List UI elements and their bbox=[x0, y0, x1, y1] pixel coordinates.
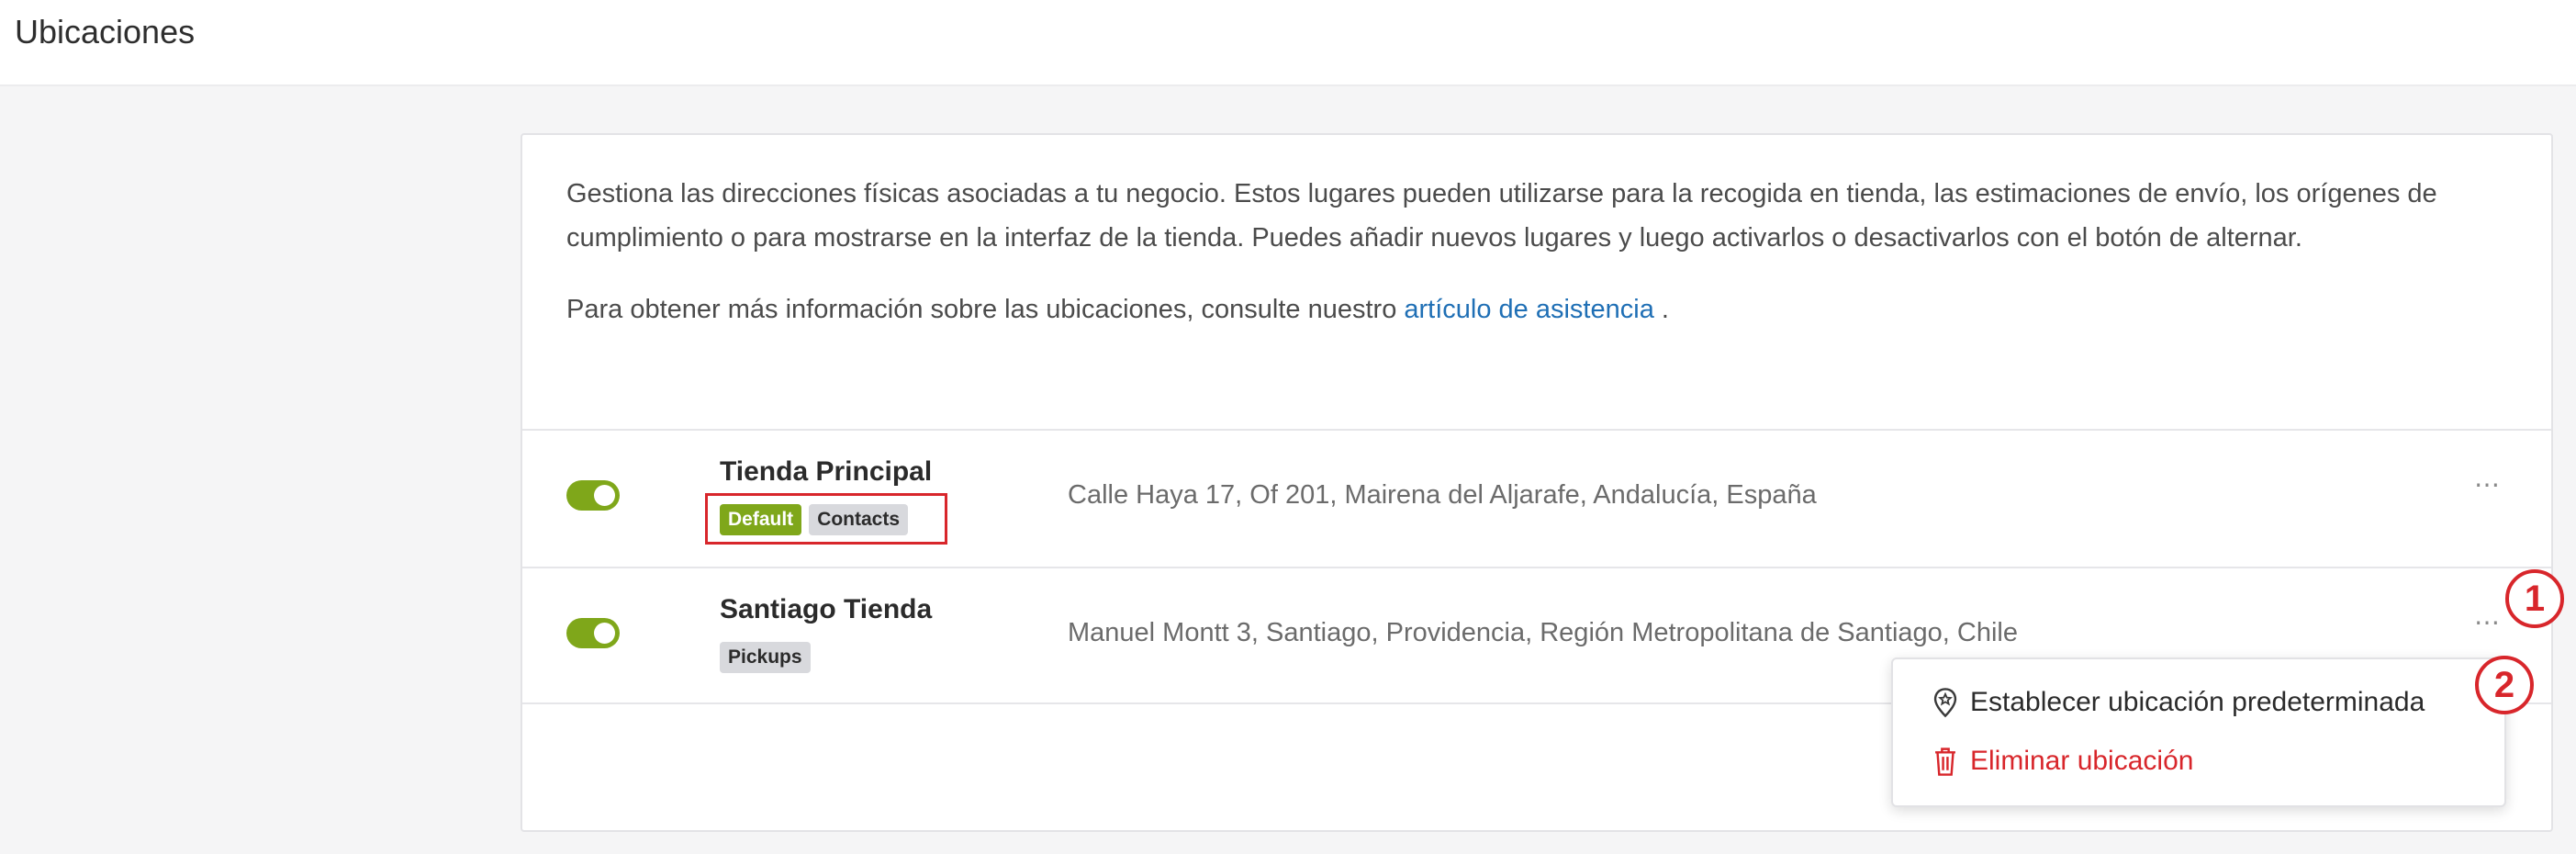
location-address: Manuel Montt 3, Santiago, Providencia, R… bbox=[1068, 618, 2018, 647]
location-name: Santiago Tienda bbox=[720, 594, 933, 624]
callout-marker: 2 bbox=[2475, 656, 2534, 714]
location-address: Calle Haya 17, Of 201, Mairena del Aljar… bbox=[1068, 480, 1817, 510]
trash-icon bbox=[1935, 747, 1955, 776]
intro-paragraph: Gestiona las direcciones físicas asociad… bbox=[566, 179, 2437, 253]
location-badges: Pickups bbox=[720, 642, 811, 673]
location-enabled-toggle[interactable] bbox=[566, 480, 620, 511]
location-context-menu: Establecer ubicación predeterminada Elim… bbox=[1891, 657, 2506, 807]
toggle-knob bbox=[594, 485, 615, 506]
top-bar: Ubicaciones bbox=[0, 0, 2576, 86]
delete-location-option[interactable]: Eliminar ubicación bbox=[1932, 746, 2193, 777]
page-title: Ubicaciones bbox=[15, 13, 196, 51]
delete-location-label: Eliminar ubicación bbox=[1970, 746, 2194, 776]
set-default-location-option[interactable]: Establecer ubicación predeterminada bbox=[1932, 687, 2425, 718]
set-default-label: Establecer ubicación predeterminada bbox=[1970, 687, 2425, 717]
toggle-knob bbox=[594, 623, 615, 644]
badges-highlight-box bbox=[705, 493, 947, 545]
callout-marker: 1 bbox=[2505, 569, 2564, 628]
more-options-icon[interactable]: ⋯ bbox=[2465, 600, 2511, 646]
help-paragraph: Para obtener más información sobre las u… bbox=[566, 287, 2503, 331]
intro-text: Gestiona las direcciones físicas asociad… bbox=[566, 172, 2503, 331]
help-suffix: . bbox=[1653, 295, 1669, 324]
location-row: Tienda Principal Default Contacts Calle … bbox=[522, 431, 2551, 567]
map-pin-star-icon bbox=[1933, 688, 1957, 718]
more-options-icon[interactable]: ⋯ bbox=[2465, 462, 2511, 508]
help-article-link[interactable]: artículo de asistencia bbox=[1404, 295, 1653, 324]
location-name: Tienda Principal bbox=[720, 456, 933, 487]
pickups-badge: Pickups bbox=[720, 642, 811, 673]
location-enabled-toggle[interactable] bbox=[566, 618, 620, 648]
help-prefix: Para obtener más información sobre las u… bbox=[566, 295, 1405, 324]
